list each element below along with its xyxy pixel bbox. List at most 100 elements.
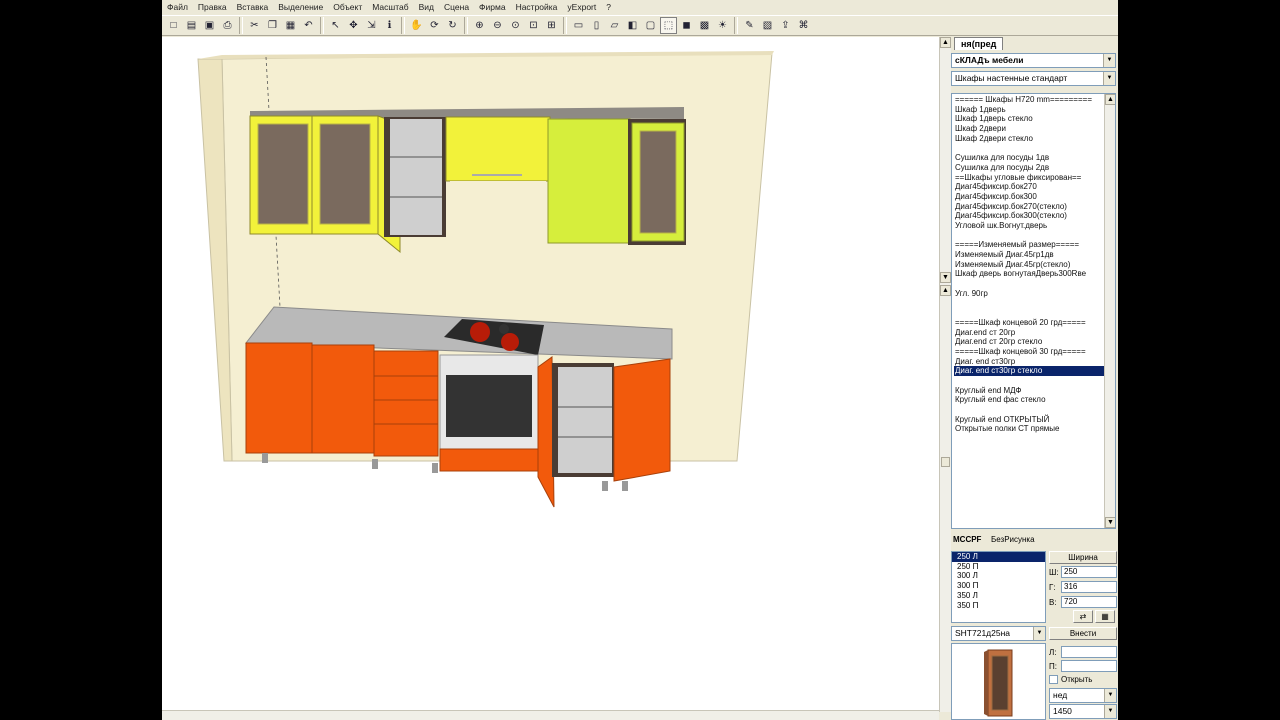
shaded-icon[interactable]: ◼ <box>678 17 695 34</box>
menu-item-2[interactable]: Вставка <box>232 0 274 15</box>
list-item[interactable]: ====== Шкафы H720 mm========= <box>954 95 1104 105</box>
list-item[interactable]: =====Шкаф концевой 20 грд===== <box>954 318 1104 328</box>
texture-icon[interactable]: ▩ <box>696 17 713 34</box>
menu-item-9[interactable]: Настройка <box>511 0 563 15</box>
menu-item-6[interactable]: Вид <box>414 0 439 15</box>
box-icon[interactable]: ▢ <box>642 17 659 34</box>
view-top-icon[interactable]: ▯ <box>588 17 605 34</box>
list-item[interactable]: =====Шкаф концевой 30 грд===== <box>954 347 1104 357</box>
library-combo[interactable]: сКЛАДъ мебели ▼ <box>951 53 1116 68</box>
scroll-down-icon[interactable]: ▼ <box>940 272 951 283</box>
print-icon[interactable]: ⎙ <box>219 17 236 34</box>
chevron-down-icon[interactable]: ▼ <box>1103 72 1115 85</box>
kitchen-scene[interactable] <box>162 37 939 712</box>
info-icon[interactable]: ℹ <box>381 17 398 34</box>
list-item[interactable] <box>954 231 1104 241</box>
list-item[interactable]: Диаг45фиксир.бок270(стекло) <box>954 202 1104 212</box>
width-button[interactable]: Ширина <box>1049 551 1117 564</box>
open-icon[interactable]: ▤ <box>183 17 200 34</box>
rotate-icon[interactable]: ⟳ <box>426 17 443 34</box>
list-item[interactable]: Диаг. end ст30гр <box>954 357 1104 367</box>
chevron-down-icon[interactable]: ▼ <box>1104 689 1116 702</box>
scroll-up-icon[interactable]: ▲ <box>1105 94 1115 105</box>
size-item[interactable]: 300 П <box>952 581 1045 591</box>
3d-viewport[interactable] <box>162 37 939 712</box>
list-item[interactable]: Изменяемый Диаг.45гр1дв <box>954 250 1104 260</box>
size-item[interactable]: 250 П <box>952 562 1045 572</box>
list-item[interactable]: Диаг. end ст30гр стекло <box>954 366 1104 376</box>
copy-icon[interactable]: ❐ <box>264 17 281 34</box>
light-icon[interactable]: ☀ <box>714 17 731 34</box>
list-item[interactable]: Шкаф 1дверь стекло <box>954 114 1104 124</box>
size-item[interactable]: 300 Л <box>952 571 1045 581</box>
list-item[interactable] <box>954 376 1104 386</box>
list-item[interactable]: Диаг45фиксир.бок300(стекло) <box>954 211 1104 221</box>
left-field[interactable] <box>1061 646 1117 658</box>
list-item[interactable]: Диаг.end ст 20гр стекло <box>954 337 1104 347</box>
list-item[interactable]: Шкаф 2двери <box>954 124 1104 134</box>
list-item[interactable] <box>954 308 1104 318</box>
paste-icon[interactable]: ▦ <box>282 17 299 34</box>
view-iso-icon[interactable]: ◧ <box>624 17 641 34</box>
list-item[interactable] <box>954 298 1104 308</box>
list-item[interactable]: Диаг.end ст 20гр <box>954 328 1104 338</box>
menu-item-3[interactable]: Выделение <box>273 0 328 15</box>
open-checkbox[interactable] <box>1049 675 1058 684</box>
chevron-down-icon[interactable]: ▼ <box>1103 54 1115 67</box>
list-item[interactable] <box>954 279 1104 289</box>
camera-icon[interactable]: ⌘ <box>795 17 812 34</box>
new-icon[interactable]: □ <box>165 17 182 34</box>
insert-button[interactable]: Внести <box>1049 627 1117 640</box>
size-list[interactable]: 250 Л 250 П 300 Л 300 П 350 Л 350 П <box>951 551 1046 623</box>
size-item[interactable]: 350 Л <box>952 591 1045 601</box>
list-item[interactable]: Шкаф 1дверь <box>954 105 1104 115</box>
tools-icon[interactable]: ✎ <box>741 17 758 34</box>
zoom-all-icon[interactable]: ⊞ <box>543 17 560 34</box>
orbit-icon[interactable]: ↻ <box>444 17 461 34</box>
scale-icon[interactable]: ⇲ <box>363 17 380 34</box>
width-field[interactable]: 250 <box>1061 566 1117 578</box>
list-item[interactable]: Изменяемый Диаг.45гр(стекло) <box>954 260 1104 270</box>
list-item[interactable] <box>954 405 1104 415</box>
scroll-up-icon[interactable]: ▲ <box>940 285 951 296</box>
height-field[interactable]: 720 <box>1061 596 1117 608</box>
menu-item-0[interactable]: Файл <box>162 0 193 15</box>
panel-tab[interactable]: ня(пред <box>954 37 1004 50</box>
cut-icon[interactable]: ✂ <box>246 17 263 34</box>
zoom-fit-icon[interactable]: ⊙ <box>507 17 524 34</box>
grid-icon[interactable]: ▦ <box>1095 610 1115 623</box>
menu-item-11[interactable]: ? <box>601 0 616 15</box>
chevron-down-icon[interactable]: ▼ <box>1033 627 1045 640</box>
list-item[interactable]: Диаг45фиксир.бок270 <box>954 182 1104 192</box>
list-item[interactable]: Диаг45фиксир.бок300 <box>954 192 1104 202</box>
menu-item-5[interactable]: Масштаб <box>367 0 413 15</box>
select-icon[interactable]: ↖ <box>327 17 344 34</box>
scroll-up-icon[interactable]: ▲ <box>940 37 951 48</box>
list-item[interactable]: Сушилка для посуды 2дв <box>954 163 1104 173</box>
zoom-out-icon[interactable]: ⊖ <box>489 17 506 34</box>
list-item[interactable]: Круглый end ОТКРЫТЫЙ <box>954 415 1104 425</box>
move-icon[interactable]: ✥ <box>345 17 362 34</box>
mirror-icon[interactable]: ⇄ <box>1073 610 1093 623</box>
view-front-icon[interactable]: ▭ <box>570 17 587 34</box>
list-item[interactable]: Шкаф дверь вогнутаяДверь300Rве <box>954 269 1104 279</box>
scroll-down-icon[interactable]: ▼ <box>1105 517 1115 528</box>
size-item[interactable]: 350 П <box>952 601 1045 611</box>
menu-item-1[interactable]: Правка <box>193 0 232 15</box>
list-item[interactable]: Круглый end фас стекло <box>954 395 1104 405</box>
menu-item-4[interactable]: Объект <box>328 0 367 15</box>
list-item[interactable] <box>954 143 1104 153</box>
viewport-vertical-scrollbar[interactable]: ▲ ▼ ▲ <box>939 37 951 712</box>
list-scrollbar[interactable]: ▲ ▼ <box>1104 94 1115 528</box>
list-item[interactable]: Шкаф 2двери стекло <box>954 134 1104 144</box>
save-icon[interactable]: ▣ <box>201 17 218 34</box>
list-item[interactable]: Угл. 90гр <box>954 289 1104 299</box>
list-item[interactable]: Круглый end МДФ <box>954 386 1104 396</box>
viewport-horizontal-scrollbar[interactable] <box>162 710 939 720</box>
pan-icon[interactable]: ✋ <box>408 17 425 34</box>
bottom-combo-1[interactable]: нед ▼ <box>1049 688 1117 703</box>
list-item[interactable]: Угловой шк.Вогнут.дверь <box>954 221 1104 231</box>
view-side-icon[interactable]: ▱ <box>606 17 623 34</box>
list-item[interactable]: =====Изменяемый размер===== <box>954 240 1104 250</box>
list-item[interactable]: ==Шкафы угловые фиксирован== <box>954 173 1104 183</box>
